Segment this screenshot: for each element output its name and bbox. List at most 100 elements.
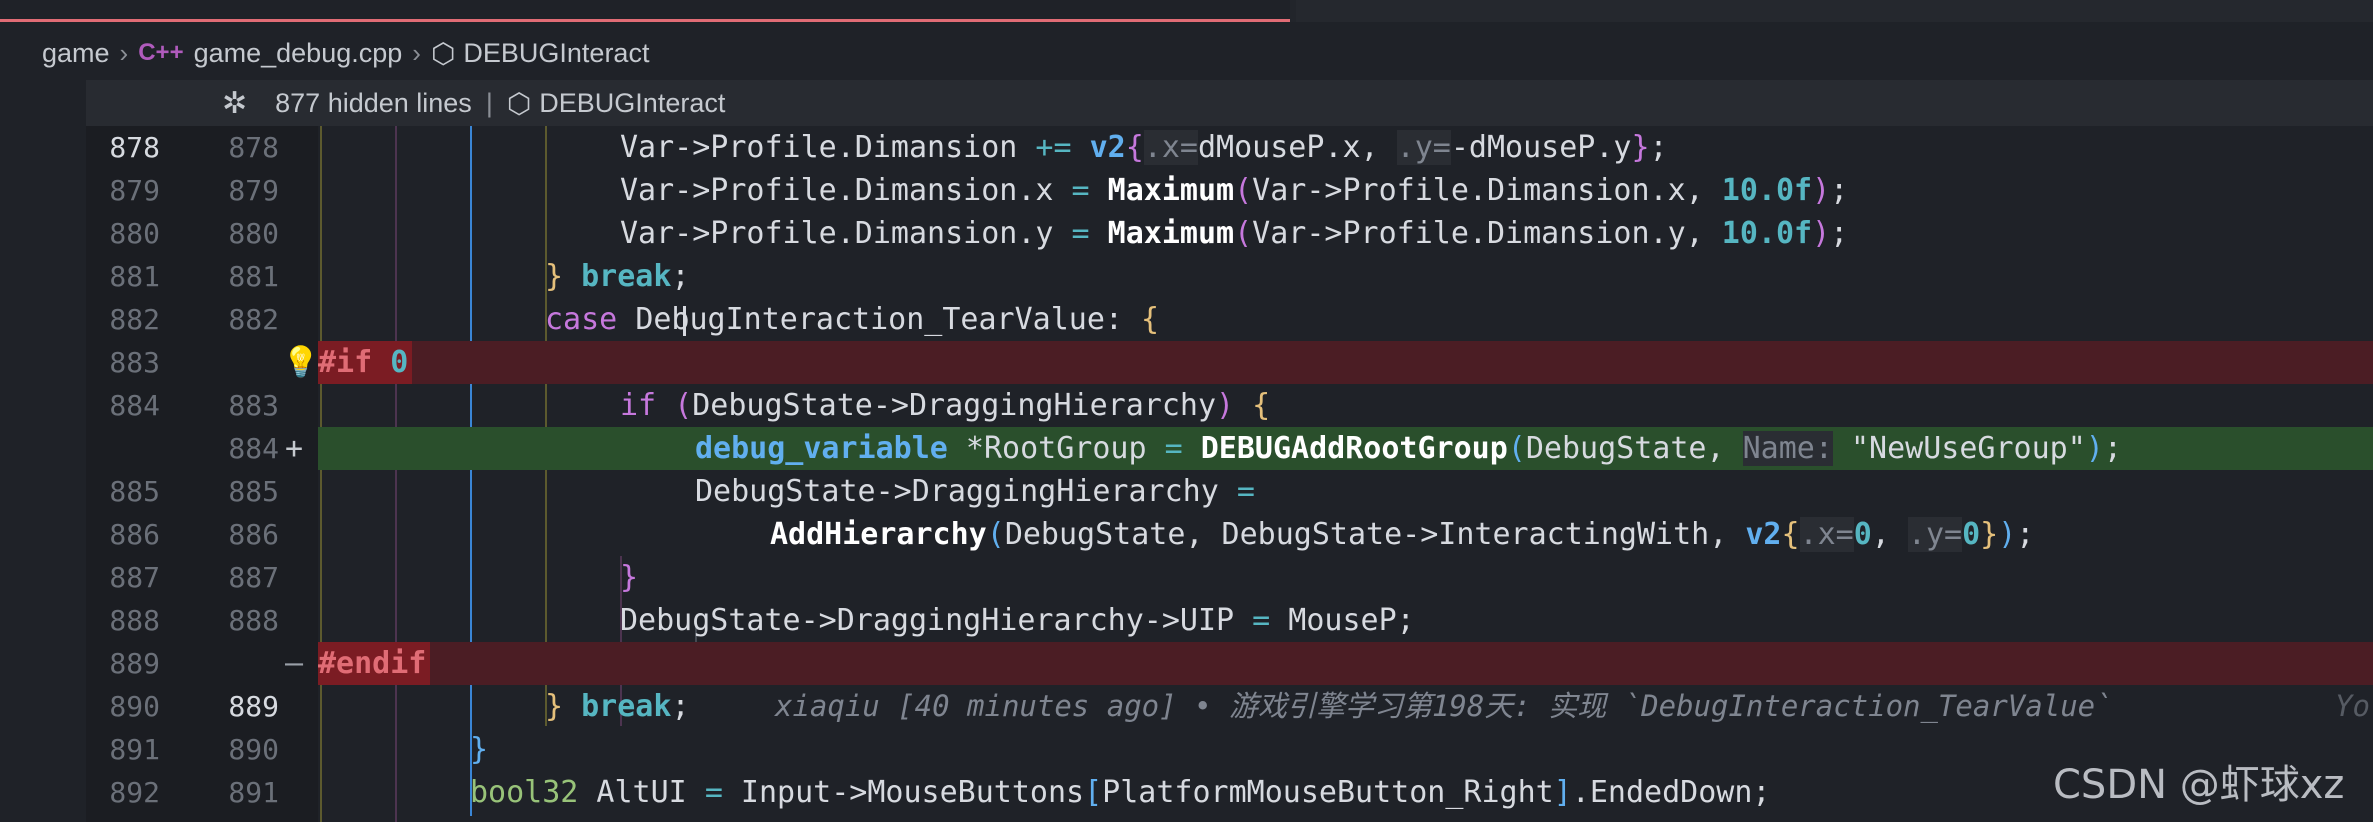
breadcrumb-symbol[interactable]: ⬡ DEBUGInteract [431,37,650,70]
line-number-modified: 886 [228,518,279,551]
diff-removed-background [318,341,2373,384]
brace: { [1141,302,1160,337]
keyword: if [620,388,657,423]
line-number-modified: 878 [228,131,279,164]
code-text: DebugInteraction_TearValue: [635,302,1142,337]
preprocessor-directive: #endif [318,646,427,681]
line-number-modified: 885 [228,475,279,508]
breadcrumb-file[interactable]: C++ game_debug.cpp [138,38,402,69]
code-text: *RootGroup [947,431,1165,466]
text-cursor [683,306,686,336]
string-literal: "NewUseGroup" [1832,431,2086,466]
line-number-original: 879 [109,174,160,207]
preprocessor-directive: #if [318,345,373,380]
code-text: Input->MouseButtons [722,775,1085,810]
code-text: DebugState, DebugState->InteractingWith, [1004,517,1746,552]
code-text: PlatformMouseButton_Right [1102,775,1554,810]
function-name: Maximum [1107,216,1235,251]
line-number-modified: 882 [228,303,279,336]
line-number-modified: 879 [228,174,279,207]
git-blame-annotation[interactable]: xiaqiu [40 minutes ago] • 游戏引擎学习第198天: 实… [775,689,2113,723]
code-editor[interactable]: 878 878 Var->Profile.Dimansion += v2{.x=… [0,126,2373,822]
line-number-original: 878 [109,131,160,164]
code-text: ; [1830,216,1849,251]
inlay-hint: .x= [1143,130,1198,165]
inlay-hint: .x= [1799,517,1854,552]
code-line: 881 881 } break; [0,255,2373,298]
code-line: 892 891 bool32 AltUI = Input->MouseButto… [0,771,2373,814]
editor-tab-active[interactable] [0,0,1290,22]
code-line: 880 880 Var->Profile.Dimansion.y = Maxim… [0,212,2373,255]
inlay-hint: Name: [1742,431,1833,466]
inlay-hint: .y= [1907,517,1963,552]
number-literal: 0 [1962,517,1981,552]
breadcrumb: game › C++ game_debug.cpp › ⬡ DEBUGInter… [0,30,2373,76]
operator: = [1071,173,1090,208]
code-text: .EndedDown; [1571,775,1771,810]
number-literal: 0 [1853,517,1872,552]
code-line-added: 884 + debug_variable *RootGroup = DEBUGA… [0,427,2373,470]
keyword: case [545,302,618,337]
line-number-original: 888 [109,604,160,637]
line-number-original: 883 [109,346,160,379]
operator: = [704,775,723,810]
brace: } [620,560,639,595]
line-number-original: 880 [109,217,160,250]
number-literal: 10.0f [1721,173,1813,208]
line-number-modified: 881 [228,260,279,293]
number-literal: 10.0f [1721,216,1813,251]
code-line: 886 886 AddHierarchy(DebugState, DebugSt… [0,513,2373,556]
line-number-original: 881 [109,260,160,293]
code-line: 882 882 case DebugInteraction_TearValue:… [0,298,2373,341]
breadcrumb-folder-label: game [42,37,110,68]
editor-tab-strip [0,0,2373,22]
brace: } [545,259,564,294]
line-number-original: 887 [109,561,160,594]
line-number-modified: 890 [228,733,279,766]
line-number-original: 882 [109,303,160,336]
breadcrumb-symbol-label: DEBUGInteract [463,37,650,68]
code-line: 884 883 if (DebugState->DraggingHierarch… [0,384,2373,427]
line-number-original: 891 [109,733,160,766]
editor-tab[interactable] [1296,0,2373,22]
brace: { [1234,388,1271,423]
breadcrumb-folder[interactable]: game [42,38,110,69]
type-name: v2 [1745,517,1782,552]
type-name: v2 [1089,130,1126,165]
function-name: DEBUGAddRootGroup [1200,431,1508,466]
code-text: DebugState->DraggingHierarchy [692,388,1217,423]
line-number-original: 884 [109,389,160,422]
sticky-scroll-header[interactable]: ✲ 877 hidden lines | ⬡ DEBUGInteract [86,80,2373,126]
symbol-cube-icon: ⬡ [506,87,532,119]
code-line: 891 890 } [0,728,2373,771]
code-text: Var->Profile.Dimansion.y, [1252,216,1722,251]
line-number-original: 892 [109,776,160,809]
type-name: bool32 [470,775,579,810]
code-text: DebugState, [1525,431,1743,466]
code-line: 885 885 DebugState->DraggingHierarchy = [0,470,2373,513]
code-line: 878 878 Var->Profile.Dimansion += v2{.x=… [0,126,2373,169]
lightbulb-icon[interactable]: 💡 [282,341,319,384]
code-line: 879 879 Var->Profile.Dimansion.x = Maxim… [0,169,2373,212]
inlay-hint: .y= [1396,130,1451,165]
breadcrumb-file-label: game_debug.cpp [193,37,403,68]
brace: } [470,732,489,767]
code-text: DebugState->DraggingHierarchy [695,474,1237,509]
type-name: debug_variable [695,431,948,466]
code-text: dMouseP.x, [1197,130,1397,165]
operator: = [1164,431,1183,466]
code-text: ; [2103,431,2122,466]
sticky-separator: | [485,87,493,118]
line-number-modified: 889 [228,690,279,723]
line-number-original: 886 [109,518,160,551]
code-text: ; [1830,173,1849,208]
minus-icon: — [284,646,304,681]
sticky-symbol-label: DEBUGInteract [539,87,726,118]
number-literal: 0 [390,345,409,380]
diff-removed-background [318,642,2373,685]
function-name: AddHierarchy [770,517,987,552]
line-number-modified: 887 [228,561,279,594]
fold-expand-icon[interactable]: ✲ [222,86,247,121]
hidden-lines-label: 877 hidden lines [275,87,472,118]
operator: = [1071,216,1090,251]
